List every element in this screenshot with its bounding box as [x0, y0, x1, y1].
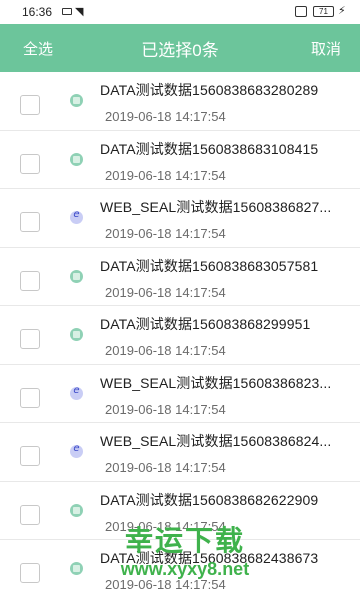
wifi-icon: ◥ — [75, 6, 84, 18]
item-checkbox[interactable] — [20, 153, 40, 174]
web-type-icon — [70, 443, 83, 458]
list-item[interactable]: DATA测试数据1560838682438673 2019-06-18 14:17… — [0, 540, 360, 592]
item-title: DATA测试数据1560838683057581 — [100, 257, 319, 274]
item-date: 2019-06-18 14:17:54 — [105, 401, 226, 417]
web-type-icon — [70, 209, 83, 224]
data-type-icon — [70, 503, 83, 517]
item-checkbox[interactable] — [20, 212, 40, 232]
item-title: DATA测试数据1560838682438673 — [100, 550, 319, 566]
cancel-button[interactable]: 取消 — [311, 38, 341, 59]
item-checkbox[interactable] — [20, 563, 40, 583]
record-list[interactable]: DATA测试数据1560838683280289 2019-06-18 14:17… — [0, 72, 360, 592]
app-bar: 全选 已选择0条 取消 — [0, 24, 360, 72]
data-type-icon — [70, 152, 83, 166]
item-date: 2019-06-18 14:17:54 — [105, 518, 226, 534]
item-title: WEB_SEAL测试数据15608386827... — [100, 199, 332, 215]
item-date: 2019-06-18 14:17:54 — [105, 460, 226, 475]
item-title: WEB_SEAL测试数据15608386824... — [100, 433, 332, 449]
list-item[interactable]: WEB_SEAL测试数据15608386824... 2019-06-18 14:… — [0, 423, 360, 482]
list-item[interactable]: DATA测试数据1560838683108415 2019-06-18 14:17… — [0, 130, 360, 189]
item-checkbox[interactable] — [20, 95, 40, 115]
list-item[interactable]: WEB_SEAL测试数据15608386827... 2019-06-18 14:… — [0, 189, 360, 248]
item-title: DATA测试数据1560838683108415 — [100, 140, 319, 157]
notification-icon — [62, 8, 72, 15]
data-type-icon — [70, 562, 83, 575]
charging-icon: ⚡ — [338, 5, 346, 17]
page-title: 已选择0条 — [141, 41, 219, 60]
status-time: 16:36 — [22, 5, 53, 19]
item-date: 2019-06-18 14:17:54 — [105, 284, 226, 300]
list-item[interactable]: DATA测试数据1560838682622909 2019-06-18 14:17… — [0, 481, 360, 540]
data-type-icon — [70, 94, 83, 107]
item-checkbox[interactable] — [20, 446, 40, 466]
item-title: WEB_SEAL测试数据15608386823... — [100, 374, 332, 391]
web-type-icon — [70, 385, 83, 400]
item-checkbox[interactable] — [20, 270, 40, 291]
data-type-icon — [70, 269, 83, 283]
item-checkbox[interactable] — [20, 504, 40, 525]
list-item[interactable]: DATA测试数据156083868299951 2019-06-18 14:17:… — [0, 306, 360, 365]
item-date: 2019-06-18 14:17:54 — [105, 109, 226, 124]
data-type-icon — [70, 328, 83, 341]
item-checkbox[interactable] — [20, 387, 40, 408]
item-checkbox[interactable] — [20, 329, 40, 349]
item-date: 2019-06-18 14:17:54 — [105, 167, 226, 183]
item-date: 2019-06-18 14:17:54 — [105, 343, 226, 358]
item-title: DATA测试数据1560838682622909 — [100, 491, 319, 508]
vibrate-icon — [295, 6, 307, 17]
list-item[interactable]: DATA测试数据1560838683057581 2019-06-18 14:17… — [0, 247, 360, 306]
item-date: 2019-06-18 14:17:54 — [105, 226, 226, 241]
status-bar: 16:36 ◥ 71 ⚡ — [0, 0, 360, 24]
battery-icon: 71 — [313, 6, 334, 17]
item-title: DATA测试数据156083868299951 — [100, 316, 311, 332]
list-item[interactable]: WEB_SEAL测试数据15608386823... 2019-06-18 14:… — [0, 364, 360, 423]
item-title: DATA测试数据1560838683280289 — [100, 82, 319, 98]
list-item[interactable]: DATA测试数据1560838683280289 2019-06-18 14:17… — [0, 72, 360, 131]
item-date: 2019-06-18 14:17:54 — [105, 577, 226, 592]
